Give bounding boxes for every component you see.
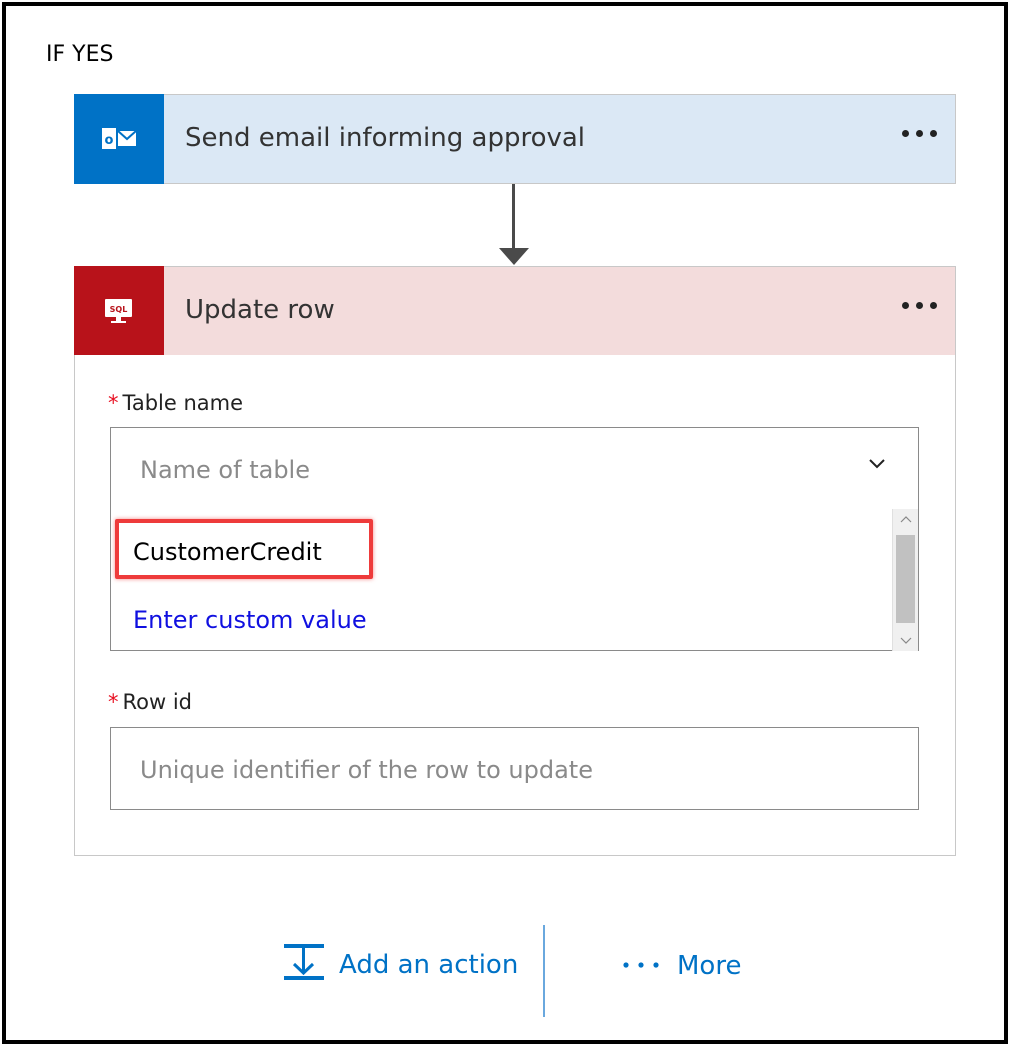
outlook-icon: o [74, 94, 164, 184]
update-row-more-options-icon[interactable] [902, 302, 937, 309]
update-row-action-title: Update row [185, 295, 335, 325]
table-name-label: * Table name [108, 391, 244, 415]
dropdown-scrollbar[interactable] [892, 509, 918, 651]
send-email-more-options-icon[interactable] [902, 130, 937, 137]
dropdown-option-customercredit[interactable]: CustomerCredit [133, 538, 322, 566]
row-id-placeholder: Unique identifier of the row to update [140, 756, 593, 784]
svg-text:SQL: SQL [110, 305, 128, 314]
scrollbar-thumb[interactable] [896, 535, 915, 623]
scroll-down-arrow-icon[interactable] [893, 631, 918, 651]
more-dots-icon [623, 962, 659, 968]
sql-server-icon: SQL [74, 266, 164, 356]
add-an-action-button[interactable]: Add an action [283, 943, 518, 987]
table-name-placeholder: Name of table [140, 456, 310, 484]
required-asterisk: * [108, 391, 119, 415]
chevron-down-icon[interactable] [868, 454, 886, 472]
scroll-up-arrow-icon[interactable] [893, 509, 918, 529]
row-id-input[interactable]: Unique identifier of the row to update [110, 727, 919, 810]
add-an-action-label: Add an action [339, 950, 519, 980]
flow-connector-line [512, 184, 515, 250]
footer-divider [543, 925, 545, 1017]
add-action-icon [284, 944, 324, 980]
flow-connector-arrow-icon [499, 248, 529, 265]
branch-title: IF YES [46, 42, 114, 67]
row-id-label: * Row id [108, 690, 193, 714]
table-name-dropdown[interactable]: Name of table CustomerCredit Enter custo… [110, 427, 919, 651]
more-button[interactable]: More [622, 951, 741, 981]
required-asterisk: * [108, 690, 119, 714]
send-email-action-header[interactable]: o Send email informing approval [74, 94, 956, 184]
send-email-action-title: Send email informing approval [185, 123, 586, 153]
svg-text:o: o [105, 133, 114, 148]
enter-custom-value-link[interactable]: Enter custom value [133, 606, 367, 634]
more-label: More [677, 951, 742, 981]
update-row-action-header[interactable]: SQL Update row [74, 266, 956, 356]
